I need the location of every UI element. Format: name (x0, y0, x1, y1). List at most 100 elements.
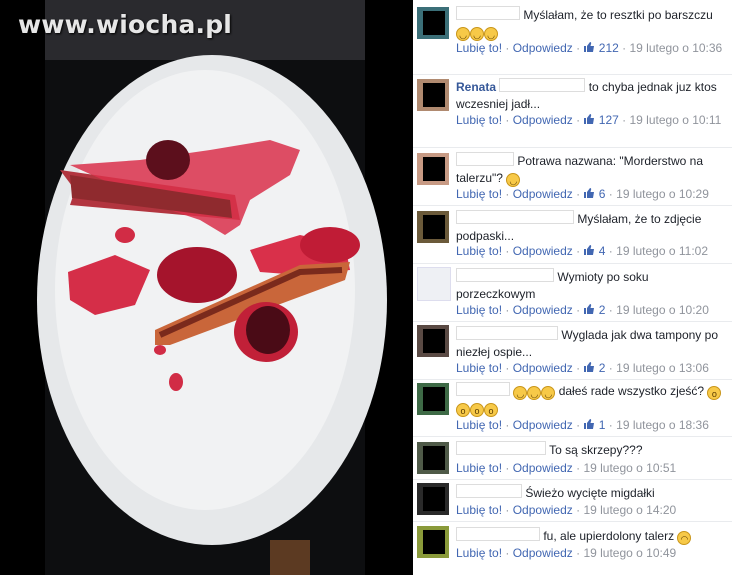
comment-text: ◡ ◡ ◡ dałeś rade wszystko zjeść? oo o o (456, 382, 726, 417)
comment-item: Wymioty po soku porzeczkowym Lubię to! ·… (413, 264, 732, 322)
food-photo: www.wiocha.pl (0, 0, 412, 575)
like-count[interactable]: 6 (583, 187, 605, 201)
comment-item: Myślałam, że to zdjęcie podpaski... Lubi… (413, 206, 732, 264)
comment-author[interactable]: Renata (456, 80, 496, 94)
like-link[interactable]: Lubię to! (456, 113, 502, 127)
comment-meta: Lubię to! · Odpowiedz · 4 · 19 lutego o … (456, 244, 708, 258)
reply-link[interactable]: Odpowiedz (513, 461, 573, 475)
blurred-author[interactable] (456, 210, 574, 224)
timestamp[interactable]: 19 lutego o 10:49 (583, 546, 676, 560)
comment-text: Świeżo wycięte migdałki (456, 484, 726, 502)
like-link[interactable]: Lubię to! (456, 244, 502, 258)
comment-text: Wyglada jak dwa tampony po niezłej ospie… (456, 326, 726, 361)
comment-meta: Lubię to! · Odpowiedz · 6 · 19 lutego o … (456, 187, 709, 201)
comment-text: Potrawa nazwana: "Morderstwo na talerzu"… (456, 152, 726, 187)
blurred-author[interactable] (499, 78, 586, 92)
timestamp[interactable]: 19 lutego o 10:20 (616, 303, 709, 317)
laughing-emoji-icon: ◡ (484, 27, 498, 41)
watermark-logo: www.wiocha.pl (18, 10, 233, 39)
blurred-author[interactable] (456, 268, 554, 282)
avatar[interactable] (417, 7, 449, 39)
thumbs-up-icon (584, 362, 595, 372)
comment-body: to chyba jednak juz ktos wczesniej jadł.… (456, 80, 717, 111)
scream-emoji-icon: o (456, 403, 470, 417)
avatar[interactable] (417, 153, 449, 185)
like-count[interactable]: 4 (583, 244, 605, 258)
timestamp[interactable]: 19 lutego o 13:06 (616, 361, 709, 375)
thumbs-up-icon (584, 419, 595, 429)
like-link[interactable]: Lubię to! (456, 418, 502, 432)
laughing-emoji-icon: ◡ (470, 27, 484, 41)
timestamp[interactable]: 19 lutego o 11:02 (616, 244, 708, 258)
comment-text: To są skrzepy??? (456, 441, 726, 459)
reply-link[interactable]: Odpowiedz (513, 113, 573, 127)
avatar[interactable] (417, 383, 449, 415)
like-count[interactable]: 2 (583, 303, 605, 317)
reply-link[interactable]: Odpowiedz (513, 361, 573, 375)
like-link[interactable]: Lubię to! (456, 546, 502, 560)
blurred-author[interactable] (456, 527, 540, 541)
timestamp[interactable]: 19 lutego o 18:36 (616, 418, 709, 432)
blurred-author[interactable] (456, 326, 558, 340)
blurred-author[interactable] (456, 441, 546, 455)
comment-item: fu, ale upierdolony talerz ◠ Lubię to! ·… (413, 522, 732, 575)
like-link[interactable]: Lubię to! (456, 41, 502, 55)
comment-item: Potrawa nazwana: "Morderstwo na talerzu"… (413, 148, 732, 206)
comment-text: Renata to chyba jednak juz ktos wczesnie… (456, 78, 726, 113)
timestamp[interactable]: 19 lutego o 10:11 (629, 113, 721, 127)
smile-emoji-icon: ◡ (506, 173, 521, 187)
comment-meta: Lubię to! · Odpowiedz · 19 lutego o 10:4… (456, 546, 677, 560)
blurred-author[interactable] (456, 152, 514, 166)
blurred-author[interactable] (456, 382, 510, 396)
blurred-author[interactable] (456, 6, 520, 20)
comment-meta: Lubię to! · Odpowiedz · 127 · 19 lutego … (456, 113, 722, 127)
frown-emoji-icon: ◠ (677, 531, 692, 545)
timestamp[interactable]: 19 lutego o 14:20 (583, 503, 676, 517)
avatar[interactable] (417, 79, 449, 111)
reply-link[interactable]: Odpowiedz (513, 41, 573, 55)
reply-link[interactable]: Odpowiedz (513, 303, 573, 317)
avatar[interactable] (417, 267, 451, 301)
comment-meta: Lubię to! · Odpowiedz · 19 lutego o 10:5… (456, 461, 677, 475)
like-count[interactable]: 212 (583, 41, 619, 55)
avatar[interactable] (417, 211, 449, 243)
reply-link[interactable]: Odpowiedz (513, 244, 573, 258)
timestamp[interactable]: 19 lutego o 10:29 (616, 187, 709, 201)
like-count[interactable]: 1 (583, 418, 605, 432)
comment-body: fu, ale upierdolony talerz (543, 529, 675, 543)
thumbs-up-icon (584, 42, 595, 52)
scream-emoji-icon: o (707, 386, 722, 400)
reply-link[interactable]: Odpowiedz (513, 418, 573, 432)
scream-emoji-icon: o (484, 403, 498, 417)
reply-link[interactable]: Odpowiedz (513, 546, 573, 560)
blurred-author[interactable] (456, 484, 522, 498)
avatar[interactable] (417, 442, 449, 474)
like-link[interactable]: Lubię to! (456, 187, 502, 201)
timestamp[interactable]: 19 lutego o 10:36 (629, 41, 722, 55)
comment-item: Renata to chyba jednak juz ktos wczesnie… (413, 75, 732, 148)
comment-item: Świeżo wycięte migdałki Lubię to! · Odpo… (413, 480, 732, 522)
avatar[interactable] (417, 483, 449, 515)
laughing-emoji-icon: ◡ (527, 386, 542, 400)
comment-item: ◡ ◡ ◡ dałeś rade wszystko zjeść? oo o o Lubi… (413, 380, 732, 437)
comment-item: Myślałam, że to resztki po barszczu ◡ ◡ ◡ … (413, 0, 732, 75)
avatar[interactable] (417, 325, 449, 357)
comment-meta: Lubię to! · Odpowiedz · 212 · 19 lutego … (456, 41, 723, 55)
laughing-emoji-icon: ◡ (513, 386, 528, 400)
plate-image (0, 0, 412, 575)
like-link[interactable]: Lubię to! (456, 461, 502, 475)
reply-link[interactable]: Odpowiedz (513, 187, 573, 201)
like-link[interactable]: Lubię to! (456, 361, 502, 375)
comment-item: To są skrzepy??? Lubię to! · Odpowiedz ·… (413, 437, 732, 480)
comment-body: Świeżo wycięte migdałki (525, 486, 655, 500)
like-link[interactable]: Lubię to! (456, 303, 502, 317)
like-count[interactable]: 2 (583, 361, 605, 375)
comment-text: Myślałam, że to zdjęcie podpaski... (456, 210, 726, 245)
timestamp[interactable]: 19 lutego o 10:51 (583, 461, 676, 475)
avatar[interactable] (417, 526, 449, 558)
like-link[interactable]: Lubię to! (456, 503, 502, 517)
comment-body: dałeś rade wszystko zjeść? (558, 384, 705, 398)
reply-link[interactable]: Odpowiedz (513, 503, 573, 517)
like-count[interactable]: 127 (583, 113, 619, 127)
comment-item: Wyglada jak dwa tampony po niezłej ospie… (413, 322, 732, 380)
